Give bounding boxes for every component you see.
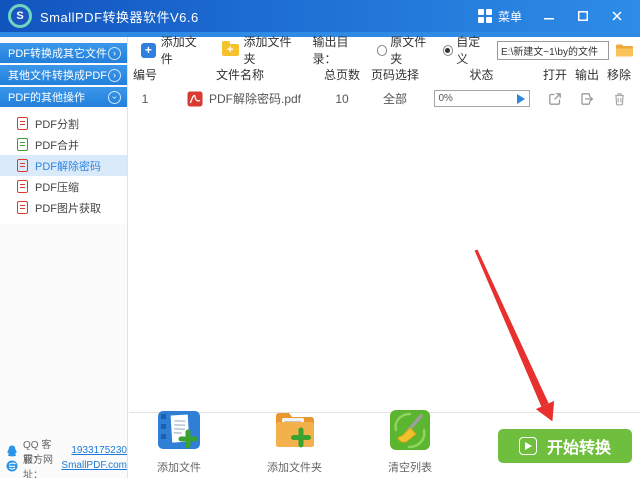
clear-list-button[interactable]: 清空列表 [388, 408, 432, 475]
output-file-button[interactable] [579, 91, 595, 107]
chevron-right-icon [108, 46, 121, 60]
menu-button[interactable]: 菜单 [470, 4, 530, 29]
sidebar-item-pdf-extract-images[interactable]: PDF图片获取 [0, 197, 127, 218]
radio-custom[interactable]: 自定义 [442, 33, 491, 67]
clear-list-broom-icon [388, 408, 432, 457]
radio-original-folder[interactable]: 原文件夹 [376, 33, 437, 67]
col-pages: 总页数 [323, 68, 360, 82]
sidebar-group-other-to-pdf[interactable]: 其他文件转换成PDF [0, 65, 127, 85]
pdf-file-icon [17, 201, 28, 214]
grid-menu-icon [477, 9, 492, 23]
radio-custom-label: 自定义 [456, 35, 481, 66]
pdf-file-icon [17, 138, 28, 151]
pdf-file-icon [17, 117, 28, 130]
col-no: 编号 [132, 68, 157, 82]
sidebar-item-pdf-remove-password[interactable]: PDF解除密码 [0, 155, 127, 176]
add-folder-big-icon [273, 408, 317, 457]
start-convert-button[interactable]: 开始转换 [498, 429, 632, 463]
col-filename: 文件名称 [215, 68, 264, 82]
sidebar-group-label: PDF转换成其它文件 [8, 48, 107, 60]
sidebar-group-pdf-to-other[interactable]: PDF转换成其它文件 [0, 43, 127, 63]
qq-icon [6, 445, 18, 457]
minimize-button[interactable] [534, 4, 564, 28]
radio-original-label: 原文件夹 [390, 35, 427, 66]
add-folder-label: 添加文件夹 [243, 35, 292, 66]
sidebar-item-pdf-merge[interactable]: PDF合并 [0, 134, 127, 155]
menu-label: 菜单 [497, 9, 522, 24]
output-path-input[interactable] [497, 40, 609, 60]
chevron-right-icon [108, 68, 121, 82]
radio-original-icon [376, 44, 388, 56]
app-window: S SmallPDF转换器软件V6.6 菜单 PDF转换成其它文件 › 其他文件… [0, 0, 640, 478]
qq-number-link[interactable]: 1933175230 [71, 445, 127, 456]
toolbar: + 添加文件 + 添加文件夹 输出目录： 原文件夹 自定义 [129, 35, 640, 66]
radio-custom-icon [442, 44, 454, 56]
progress-bar: 0% [433, 90, 530, 107]
table-row[interactable]: 1 PDF解除密码.pdf 10 全部 0% [129, 85, 640, 112]
progress-percent: 0% [438, 93, 453, 104]
contact-info: QQ 客服： 1933175230 官方网址： SmallPDF.com [6, 440, 127, 478]
col-output: 输出 [574, 68, 599, 82]
row-pages: 10 [335, 91, 349, 106]
sidebar-item-label: PDF解除密码 [35, 160, 101, 173]
add-file-big-icon [157, 408, 201, 457]
maximize-button[interactable] [568, 4, 598, 28]
app-logo-icon: S [8, 4, 32, 28]
add-file-button[interactable]: + 添加文件 [137, 31, 212, 69]
remove-file-button[interactable] [612, 91, 627, 107]
row-page-select[interactable]: 全部 [365, 90, 425, 107]
sidebar-item-label: PDF压缩 [35, 181, 79, 194]
col-remove: 移除 [606, 68, 631, 82]
title-bar: S SmallPDF转换器软件V6.6 菜单 [0, 0, 640, 32]
sidebar-group-label: PDF的其他操作 [8, 92, 85, 104]
row-number: 1 [141, 91, 149, 106]
col-status: 状态 [469, 68, 494, 82]
bottom-bar: 添加文件 添加文件夹 清空列表 开始转换 [129, 410, 640, 478]
add-folder-icon: + [221, 41, 239, 56]
play-icon [518, 437, 537, 455]
pdf-file-icon [17, 159, 28, 172]
chevron-down-icon [108, 90, 121, 104]
output-dir-label: 输出目录： [312, 35, 349, 66]
close-button[interactable] [602, 4, 632, 28]
play-triangle-icon [516, 93, 525, 104]
pdf-file-icon [17, 180, 28, 193]
sidebar-item-label: PDF分割 [35, 118, 79, 131]
main-area: + 添加文件 + 添加文件夹 输出目录： 原文件夹 自定义 E:\新建文~1\b… [129, 35, 640, 478]
add-file-icon: + [141, 42, 156, 58]
sidebar-group-pdf-other-ops[interactable]: PDF的其他操作 [0, 87, 127, 107]
site-label: 官方网址： [23, 454, 53, 478]
sidebar-item-label: PDF合并 [35, 139, 79, 152]
add-file-big-button[interactable]: 添加文件 [157, 408, 201, 475]
add-folder-button[interactable]: + 添加文件夹 [218, 31, 307, 69]
add-folder-big-button[interactable]: 添加文件夹 [267, 408, 322, 475]
browser-icon [6, 460, 18, 472]
col-page-select: 页码选择 [370, 68, 419, 82]
sidebar-group-label: 其他文件转换成PDF [8, 70, 107, 82]
pdf-acrobat-icon [187, 91, 203, 107]
open-file-button[interactable] [547, 91, 563, 107]
add-folder-big-label: 添加文件夹 [267, 462, 322, 474]
clear-list-label: 清空列表 [388, 462, 432, 474]
site-link[interactable]: SmallPDF.com [61, 460, 127, 471]
table-header: 编号 文件名称 总页数 页码选择 状态 打开 输出 移除 [129, 64, 640, 85]
app-title: SmallPDF转换器软件V6.6 [40, 9, 199, 25]
browse-folder-button[interactable] [615, 43, 634, 58]
start-convert-label: 开始转换 [546, 440, 611, 457]
row-filename: PDF解除密码.pdf [209, 92, 302, 106]
col-open: 打开 [542, 68, 567, 82]
sidebar-item-pdf-split[interactable]: PDF分割 [0, 113, 127, 134]
add-file-label: 添加文件 [160, 35, 197, 66]
sidebar: PDF转换成其它文件 其他文件转换成PDF PDF的其他操作 PDF分割 PDF… [0, 37, 128, 478]
add-file-big-label: 添加文件 [157, 462, 201, 474]
sidebar-item-label: PDF图片获取 [35, 202, 101, 215]
sidebar-item-pdf-compress[interactable]: PDF压缩 [0, 176, 127, 197]
